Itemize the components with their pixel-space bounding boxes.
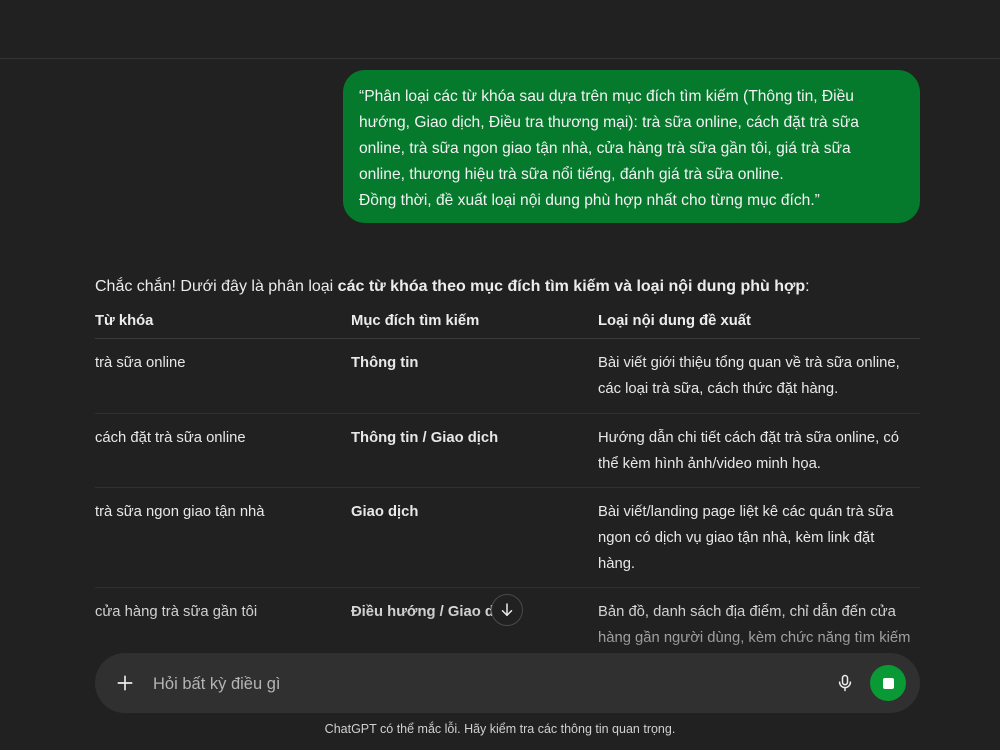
user-message-line: “Phân loại các từ khóa sau dựa trên mục … [359,88,854,105]
cell-intent: Thông tin [351,355,419,371]
cell-content-line: Bài viết/landing page liệt kê các quán t… [598,504,894,520]
disclaimer: ChatGPT có thể mắc lỗi. Hãy kiểm tra các… [324,722,676,736]
cell-intent: Giao dịch [351,504,419,520]
cell-content-line: Bài viết giới thiệu tổng quan về trà sữa… [598,355,900,371]
cell-content: Bài viết/landing page liệt kê các quán t… [598,499,920,577]
cell-content-line: Hướng dẫn chi tiết cách đặt trà sữa onli… [598,430,899,446]
cell-content-line: các loại trà sữa, cách thức đặt hàng. [598,381,839,397]
cell-intent: Điều hướng / Giao d [351,604,494,620]
table-row: trà sữa online Thông tin Bài viết giới t… [95,339,920,414]
cell-content-line: thể kèm hình ảnh/video minh họa. [598,456,821,472]
table-row: cách đặt trà sữa online Thông tin / Giao… [95,414,920,488]
user-message-line: online, trà sữa ngon giao tận nhà, cửa h… [359,140,851,157]
cell-keyword: cửa hàng trà sữa gần tôi [95,604,258,620]
stop-button[interactable] [870,665,906,701]
user-message-line: Đồng thời, đề xuất loại nội dung phù hợp… [359,192,820,209]
table-header: Từ khóa Mục đích tìm kiếm Loại nội dung … [95,306,920,339]
scroll-to-bottom-button[interactable] [491,594,523,626]
cell-content-line: ngon có dịch vụ giao tận nhà, kèm link đ… [598,530,875,546]
header-keyword: Từ khóa [95,313,154,329]
user-message-line: hướng, Giao dịch, Điều tra thương mại): … [359,114,859,131]
plus-icon [117,675,133,691]
user-message-bubble: “Phân loại các từ khóa sau dựa trên mục … [343,70,920,223]
dictate-button[interactable] [833,671,857,695]
cell-keyword: cách đặt trà sữa online [95,430,246,446]
message-input[interactable] [151,667,815,701]
cell-intent: Thông tin / Giao dịch [351,430,499,446]
assistant-intro: Chắc chắn! Dưới đây là phân loại các từ … [95,274,935,300]
header-content: Loại nội dung đề xuất [598,313,751,329]
intro-plain-text: Chắc chắn! Dưới đây là phân loại [95,278,338,295]
intro-bold-text: các từ khóa theo mục đích tìm kiếm và lo… [337,278,806,295]
cell-content-line: hàng. [598,556,636,572]
cell-content-line: hàng gần người dùng, kèm chức năng tìm k… [598,630,911,646]
cell-content: Bài viết giới thiệu tổng quan về trà sữa… [598,350,920,402]
table-row: trà sữa ngon giao tận nhà Giao dịch Bài … [95,488,920,588]
user-message-line: online, thương hiệu trà sữa nổi tiếng, đ… [359,166,784,183]
cell-content: Hướng dẫn chi tiết cách đặt trà sữa onli… [598,425,920,477]
header-intent: Mục đích tìm kiếm [351,313,480,329]
attach-button[interactable] [113,671,137,695]
stop-icon [882,677,894,689]
composer [95,653,920,713]
cell-keyword: trà sữa online [95,355,186,371]
cell-keyword: trà sữa ngon giao tận nhà [95,504,265,520]
microphone-icon [838,674,852,692]
arrow-down-icon [501,603,513,616]
top-bar [0,0,1000,59]
cell-content-line: Bản đồ, danh sách địa điểm, chỉ dẫn đến … [598,604,896,620]
intro-end-text: : [805,278,810,295]
cell-content: Bản đồ, danh sách địa điểm, chỉ dẫn đến … [598,599,920,651]
